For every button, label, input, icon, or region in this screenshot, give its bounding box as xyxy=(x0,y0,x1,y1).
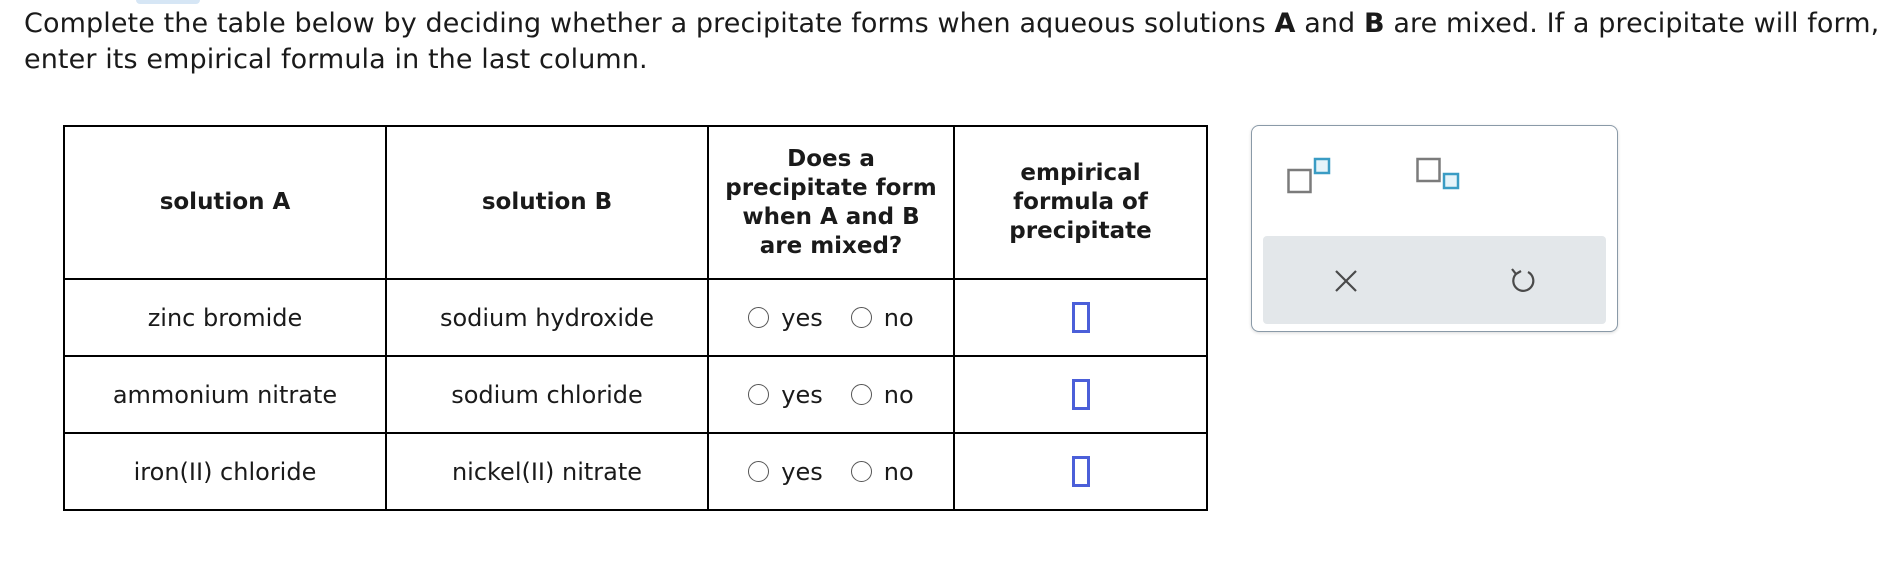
yes-label: yes xyxy=(781,303,823,332)
precipitate-choice-cell: yes no xyxy=(707,278,955,357)
solution-b-cell: sodium chloride xyxy=(385,355,709,434)
subscript-icon xyxy=(1416,157,1460,190)
header-empirical-formula: empirical formula of precipitate xyxy=(953,125,1208,280)
formula-cell xyxy=(953,355,1208,434)
header-row: solution A solution B Does a precipitate… xyxy=(63,125,1208,280)
no-radio[interactable]: no xyxy=(850,380,914,409)
precipitate-choice-cell: yes no xyxy=(707,432,955,511)
table-row: iron(II) chloride nickel(II) nitrate yes… xyxy=(63,432,1208,511)
header-solution-b: solution B xyxy=(385,125,709,280)
prompt-bold-b: B xyxy=(1363,8,1385,39)
solution-a-cell: ammonium nitrate xyxy=(63,355,387,434)
no-label: no xyxy=(883,303,914,332)
formula-tool-panel xyxy=(1251,125,1618,332)
header-precipitate-text: Does a precipitate form when A and B are… xyxy=(725,145,937,259)
clear-icon xyxy=(1335,270,1357,292)
formula-input[interactable] xyxy=(1071,302,1090,333)
radio-circle-icon[interactable] xyxy=(748,461,770,482)
radio-circle-icon[interactable] xyxy=(748,384,770,405)
solution-a-cell: iron(II) chloride xyxy=(63,432,387,511)
table-row: zinc bromide sodium hydroxide yes no xyxy=(63,278,1208,357)
subscript-button[interactable] xyxy=(1416,156,1466,198)
formula-cell xyxy=(953,432,1208,511)
yes-radio[interactable]: yes xyxy=(748,457,823,486)
clear-button[interactable] xyxy=(1333,268,1359,294)
prompt-text: Complete the table below by deciding whe… xyxy=(24,8,1275,39)
undo-icon xyxy=(1511,268,1535,292)
solution-a-cell: zinc bromide xyxy=(63,278,387,357)
header-formula-text: empirical formula of precipitate xyxy=(1009,160,1152,244)
solution-b-cell: nickel(II) nitrate xyxy=(385,432,709,511)
formula-input[interactable] xyxy=(1071,456,1090,487)
superscript-button[interactable] xyxy=(1287,156,1331,196)
question-prompt: Complete the table below by deciding whe… xyxy=(24,6,1884,78)
precipitate-choice-cell: yes no xyxy=(707,355,955,434)
top-tab-indicator xyxy=(136,0,200,4)
header-precipitate-question: Does a precipitate form when A and B are… xyxy=(707,125,955,280)
radio-circle-icon[interactable] xyxy=(850,307,872,328)
no-radio[interactable]: no xyxy=(850,457,914,486)
table-row: ammonium nitrate sodium chloride yes no xyxy=(63,355,1208,434)
superscript-icon xyxy=(1287,157,1331,194)
yes-label: yes xyxy=(781,457,823,486)
formula-input[interactable] xyxy=(1071,379,1090,410)
precipitate-table: solution A solution B Does a precipitate… xyxy=(63,125,1208,511)
no-radio[interactable]: no xyxy=(850,303,914,332)
formula-cell xyxy=(953,278,1208,357)
no-label: no xyxy=(883,457,914,486)
prompt-bold-a: A xyxy=(1274,8,1296,39)
header-solution-a: solution A xyxy=(63,125,387,280)
radio-circle-icon[interactable] xyxy=(748,307,770,328)
yes-label: yes xyxy=(781,380,823,409)
undo-button[interactable] xyxy=(1508,266,1538,296)
yes-radio[interactable]: yes xyxy=(748,303,823,332)
solution-b-cell: sodium hydroxide xyxy=(385,278,709,357)
tool-actions-bar xyxy=(1263,236,1606,324)
radio-circle-icon[interactable] xyxy=(850,384,872,405)
radio-circle-icon[interactable] xyxy=(850,461,872,482)
no-label: no xyxy=(883,380,914,409)
yes-radio[interactable]: yes xyxy=(748,380,823,409)
prompt-text: and xyxy=(1295,8,1364,39)
